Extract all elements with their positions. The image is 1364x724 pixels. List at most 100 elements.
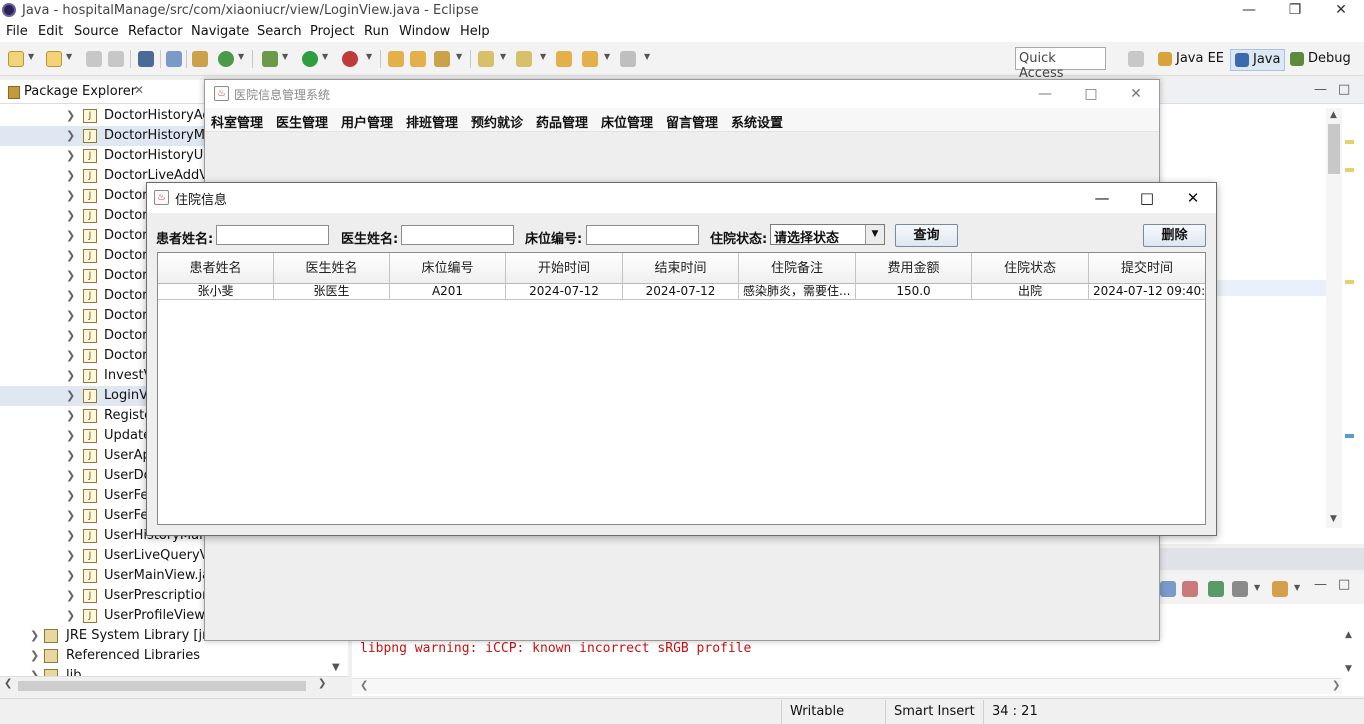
open-console-icon[interactable] [1272, 581, 1288, 597]
minimize-button[interactable]: — [1023, 82, 1067, 106]
prev-annotation-icon[interactable] [516, 51, 532, 67]
quick-access-input[interactable]: Quick Access [1015, 47, 1106, 81]
chevron-right-icon[interactable]: ❯ [66, 349, 75, 362]
pin-console-icon[interactable] [1208, 581, 1224, 597]
menu-schedule[interactable]: 排班管理 [406, 112, 458, 131]
column-header[interactable]: 费用金额 [856, 253, 972, 284]
save-all-icon[interactable] [108, 51, 124, 67]
chevron-right-icon[interactable]: ❯ [66, 469, 75, 482]
back-icon[interactable] [582, 51, 598, 67]
clear-console-icon[interactable] [1182, 581, 1198, 597]
minimize-view-icon[interactable]: — [1314, 82, 1327, 97]
table-cell[interactable]: 张医生 [274, 284, 390, 300]
chevron-right-icon[interactable]: ❯ [66, 189, 75, 202]
open-type-icon[interactable] [388, 51, 404, 67]
run-icon[interactable] [302, 51, 318, 67]
chevron-right-icon[interactable]: ❯ [66, 289, 75, 302]
chevron-right-icon[interactable]: ❯ [66, 409, 75, 422]
column-header[interactable]: 医生姓名 [274, 253, 390, 284]
chevron-down-icon[interactable]: ▼ [28, 52, 34, 61]
menu-doctor[interactable]: 医生管理 [276, 112, 328, 131]
build-icon[interactable] [192, 51, 208, 67]
column-header[interactable]: 开始时间 [506, 253, 623, 284]
scroll-up-icon[interactable]: ▲ [1330, 110, 1337, 120]
chevron-right-icon[interactable]: ❯ [66, 429, 75, 442]
scroll-right-icon[interactable]: ❯ [1332, 680, 1340, 691]
menu-run[interactable]: Run [364, 24, 389, 39]
doctor-name-input[interactable] [401, 225, 514, 245]
column-header[interactable]: 结束时间 [623, 253, 739, 284]
chevron-down-icon[interactable]: ▼ [1294, 583, 1300, 592]
console-view-icon[interactable] [1160, 581, 1176, 597]
chevron-right-icon[interactable]: ❯ [66, 389, 75, 402]
menu-bed[interactable]: 床位管理 [601, 112, 653, 131]
display-console-icon[interactable] [1232, 581, 1248, 597]
chevron-right-icon[interactable]: ❯ [30, 649, 39, 662]
perspective-debug[interactable]: Debug [1286, 49, 1355, 71]
column-header[interactable]: 住院备注 [739, 253, 856, 284]
menu-medicine[interactable]: 药品管理 [536, 112, 588, 131]
perspective-java[interactable]: Java [1230, 49, 1286, 71]
skip-breakpoints-icon[interactable] [166, 51, 182, 67]
overview-marker[interactable] [1345, 140, 1354, 144]
menu-edit[interactable]: Edit [38, 24, 63, 39]
chevron-right-icon[interactable]: ❯ [30, 669, 39, 676]
chevron-down-icon[interactable]: ▼ [322, 52, 328, 61]
maximize-button[interactable]: □ [1069, 82, 1113, 106]
scroll-right-icon[interactable]: ❯ [318, 678, 326, 689]
table-cell[interactable]: 2024-07-12 [623, 284, 739, 300]
scroll-up-icon[interactable]: ▲ [1345, 630, 1352, 640]
column-header[interactable]: 住院状态 [972, 253, 1089, 284]
tree-item-lib[interactable]: ❯ lib [0, 666, 348, 676]
menu-refactor[interactable]: Refactor [128, 24, 183, 39]
chevron-right-icon[interactable]: ❯ [66, 529, 75, 542]
scroll-down-icon[interactable]: ▼ [1345, 664, 1352, 674]
chevron-right-icon[interactable]: ❯ [66, 229, 75, 242]
package-explorer-tab[interactable]: Package Explorer ✕ [0, 80, 205, 104]
chevron-down-icon[interactable]: ▼ [604, 52, 610, 61]
chevron-right-icon[interactable]: ❯ [66, 509, 75, 522]
chevron-right-icon[interactable]: ❯ [66, 569, 75, 582]
table-cell[interactable]: 150.0 [856, 284, 972, 300]
close-button[interactable]: ✕ [1170, 183, 1216, 213]
menu-appointment[interactable]: 预约就诊 [471, 112, 523, 131]
close-icon[interactable]: ✕ [134, 83, 144, 97]
close-button[interactable]: ✕ [1114, 82, 1158, 106]
minimize-button[interactable]: — [1226, 0, 1272, 22]
overview-marker[interactable] [1345, 434, 1354, 438]
chevron-right-icon[interactable]: ❯ [66, 269, 75, 282]
new-file-icon[interactable] [8, 51, 24, 67]
open-folder-icon[interactable] [410, 51, 426, 67]
chevron-right-icon[interactable]: ❯ [66, 329, 75, 342]
menu-navigate[interactable]: Navigate [191, 24, 249, 39]
chevron-right-icon[interactable]: ❯ [66, 249, 75, 262]
open-perspective-icon[interactable] [1128, 51, 1144, 67]
chevron-right-icon[interactable]: ❯ [66, 609, 75, 622]
chevron-down-icon[interactable]: ▼ [1254, 583, 1260, 592]
maximize-button[interactable]: □ [1124, 183, 1170, 213]
debug-icon[interactable] [262, 51, 278, 67]
menu-help[interactable]: Help [460, 24, 490, 39]
run-external-icon[interactable] [342, 51, 358, 67]
new-package-icon[interactable] [46, 51, 62, 67]
table-cell[interactable]: 感染肺炎，需要住... [739, 284, 856, 300]
chevron-right-icon[interactable]: ❯ [66, 309, 75, 322]
chevron-right-icon[interactable]: ❯ [66, 169, 75, 182]
chevron-down-icon[interactable]: ▼ [238, 52, 244, 61]
package-explorer-hscroll[interactable]: ❮ ❯ [0, 676, 348, 694]
menu-file[interactable]: File [6, 24, 28, 39]
scroll-down-icon[interactable]: ▼ [1330, 514, 1337, 524]
chevron-right-icon[interactable]: ❯ [30, 629, 39, 642]
patient-name-input[interactable] [216, 225, 329, 245]
chevron-right-icon[interactable]: ❯ [66, 209, 75, 222]
minimize-button[interactable]: — [1079, 183, 1125, 213]
menu-department[interactable]: 科室管理 [211, 112, 263, 131]
column-header[interactable]: 床位编号 [390, 253, 506, 284]
chevron-down-icon[interactable]: ▼ [66, 52, 72, 61]
chevron-right-icon[interactable]: ❯ [66, 369, 75, 382]
menu-message[interactable]: 留言管理 [666, 112, 718, 131]
table-cell[interactable]: 出院 [972, 284, 1089, 300]
chevron-down-icon[interactable]: ▼ [865, 225, 884, 244]
menu-source[interactable]: Source [74, 24, 119, 39]
column-header[interactable]: 患者姓名 [158, 253, 274, 284]
